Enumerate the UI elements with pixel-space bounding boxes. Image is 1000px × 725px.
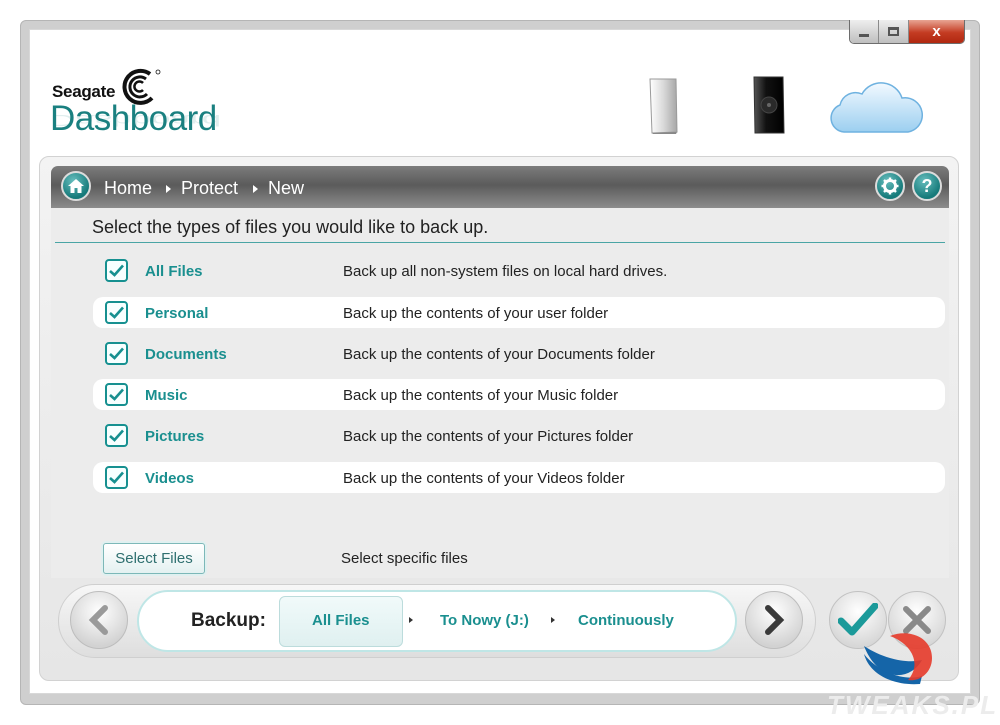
checkmark-icon [109,388,124,401]
file-type-description: Back up the contents of your Documents f… [343,346,655,363]
checkmark-icon [109,306,124,319]
file-type-label: Personal [145,305,209,322]
checkmark-icon [109,429,124,442]
file-type-label: Pictures [145,428,205,445]
select-files-button[interactable]: Select Files [103,543,205,574]
watermark-logo-icon [864,633,932,685]
breadcrumb-current: New [268,178,305,198]
close-button[interactable]: x [909,20,964,43]
file-type-row-pictures[interactable]: Pictures Back up the contents of your Pi… [93,420,945,451]
file-type-label: All Files [145,263,203,280]
external-drive-silver-icon[interactable] [646,77,680,135]
summary-separator-icon [409,617,413,623]
file-type-description: Back up all non-system files on local ha… [343,263,668,280]
settings-button[interactable] [875,171,905,201]
breadcrumb-home[interactable]: Home [104,178,152,199]
file-type-label: Music [145,387,188,404]
divider [55,242,945,243]
checkmark-icon [109,264,124,277]
back-button[interactable] [70,591,128,649]
nav-bar: Home Protect New ? [51,166,949,208]
file-type-row-documents[interactable]: Documents Back up the contents of your D… [93,338,945,369]
summary-schedule[interactable]: Continuously [578,612,674,629]
summary-separator-icon [551,617,555,623]
chevron-right-icon [765,605,785,635]
file-type-row-personal[interactable]: Personal Back up the contents of your us… [93,297,945,328]
file-type-description: Back up the contents of your Videos fold… [343,470,625,487]
breadcrumb-protect[interactable]: Protect [181,178,238,199]
file-type-label: Documents [145,346,227,363]
breadcrumb-separator-icon [166,185,171,193]
file-type-label: Videos [145,470,194,487]
chevron-left-icon [88,605,108,635]
maximize-icon [888,27,899,36]
gear-icon [881,177,899,195]
logo-reflection: Dashboard [50,111,222,129]
breadcrumb-separator-icon [253,185,258,193]
checkbox-personal[interactable] [105,301,128,324]
select-files-description: Select specific files [341,550,468,567]
external-drive-black-icon[interactable] [751,75,787,135]
file-type-row-music[interactable]: Music Back up the contents of your Music… [93,379,945,410]
minimize-icon [859,34,869,37]
checkbox-pictures[interactable] [105,424,128,447]
checkmark-icon [109,347,124,360]
checkmark-icon [109,471,124,484]
window-controls: x [849,20,965,44]
help-icon: ? [921,175,933,196]
file-type-description: Back up the contents of your Music folde… [343,387,619,404]
watermark-text: TWEAKS.PL [827,690,999,720]
file-type-row-all-files[interactable]: All Files Back up all non-system files o… [93,255,945,286]
checkbox-music[interactable] [105,383,128,406]
instructions-text: Select the types of files you would like… [92,217,489,237]
help-button[interactable]: ? [912,171,942,201]
cloud-icon[interactable] [826,72,924,136]
maximize-button[interactable] [879,20,909,43]
next-button[interactable] [745,591,803,649]
checkbox-all-files[interactable] [105,259,128,282]
summary-what[interactable]: All Files [312,612,370,629]
backup-summary-label: Backup: [191,610,266,631]
summary-destination[interactable]: To Nowy (J:) [440,612,529,629]
home-icon [68,179,84,193]
file-type-row-videos[interactable]: Videos Back up the contents of your Vide… [93,462,945,493]
close-icon: x [932,23,941,40]
home-button[interactable] [61,171,91,201]
checkbox-videos[interactable] [105,466,128,489]
file-type-description: Back up the contents of your Pictures fo… [343,428,634,445]
checkbox-documents[interactable] [105,342,128,365]
file-type-description: Back up the contents of your user folder [343,305,609,322]
minimize-button[interactable] [850,20,879,43]
